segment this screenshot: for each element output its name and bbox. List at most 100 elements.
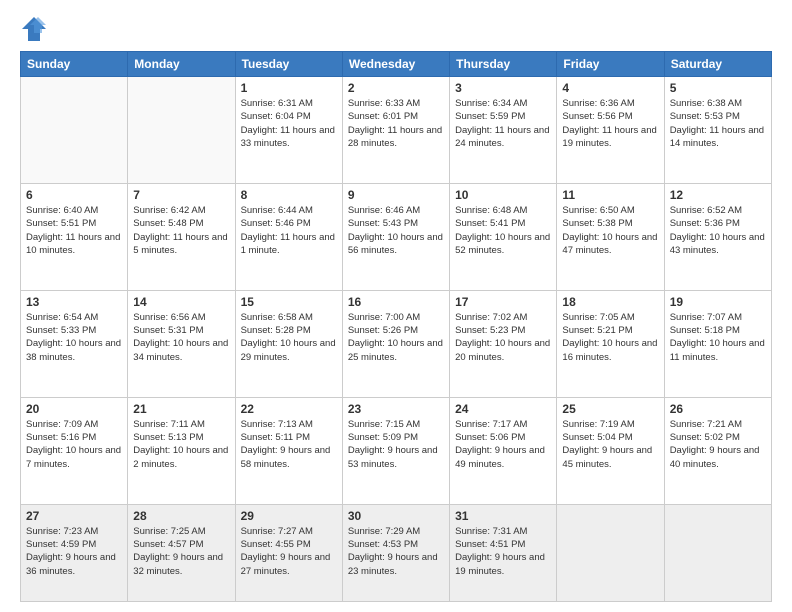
calendar-cell: 27 Sunrise: 7:23 AM Sunset: 4:59 PM Dayli…	[21, 504, 128, 601]
calendar-week-row: 27 Sunrise: 7:23 AM Sunset: 4:59 PM Dayli…	[21, 504, 772, 601]
calendar-cell: 1Sunrise: 6:31 AM Sunset: 6:04 PM Daylig…	[235, 77, 342, 184]
calendar-cell: 29 Sunrise: 7:27 AM Sunset: 4:55 PM Dayli…	[235, 504, 342, 601]
day-number: 10	[455, 188, 551, 202]
day-info: Sunrise: 6:44 AM Sunset: 5:46 PM Dayligh…	[241, 204, 337, 257]
calendar-header-monday: Monday	[128, 52, 235, 77]
day-info: Sunrise: 6:33 AM Sunset: 6:01 PM Dayligh…	[348, 97, 444, 150]
calendar-cell: 30Sunrise: 7:29 AM Sunset: 4:53 PM Dayli…	[342, 504, 449, 601]
calendar-cell: 6 Sunrise: 6:40 AM Sunset: 5:51 PM Daylig…	[21, 183, 128, 290]
calendar-cell: 22 Sunrise: 7:13 AM Sunset: 5:11 PM Dayli…	[235, 397, 342, 504]
day-number: 29	[241, 509, 337, 523]
day-number: 11	[562, 188, 658, 202]
day-info: Sunrise: 6:31 AM Sunset: 6:04 PM Dayligh…	[241, 97, 337, 150]
day-info: Sunrise: 7:07 AM Sunset: 5:18 PM Dayligh…	[670, 311, 766, 364]
day-number: 22	[241, 402, 337, 416]
day-number: 15	[241, 295, 337, 309]
day-info: Sunrise: 7:05 AM Sunset: 5:21 PM Dayligh…	[562, 311, 658, 364]
day-info: Sunrise: 6:52 AM Sunset: 5:36 PM Dayligh…	[670, 204, 766, 257]
day-number: 3	[455, 81, 551, 95]
day-number: 7	[133, 188, 229, 202]
calendar-cell: 19 Sunrise: 7:07 AM Sunset: 5:18 PM Dayli…	[664, 290, 771, 397]
calendar-cell: 18 Sunrise: 7:05 AM Sunset: 5:21 PM Dayli…	[557, 290, 664, 397]
calendar-cell: 21 Sunrise: 7:11 AM Sunset: 5:13 PM Dayli…	[128, 397, 235, 504]
day-info: Sunrise: 7:02 AM Sunset: 5:23 PM Dayligh…	[455, 311, 551, 364]
calendar-cell: 26 Sunrise: 7:21 AM Sunset: 5:02 PM Dayli…	[664, 397, 771, 504]
calendar-cell	[557, 504, 664, 601]
day-number: 8	[241, 188, 337, 202]
day-info: Sunrise: 6:48 AM Sunset: 5:41 PM Dayligh…	[455, 204, 551, 257]
day-number: 26	[670, 402, 766, 416]
calendar-header-row: SundayMondayTuesdayWednesdayThursdayFrid…	[21, 52, 772, 77]
calendar-week-row: 13 Sunrise: 6:54 AM Sunset: 5:33 PM Dayli…	[21, 290, 772, 397]
logo-icon	[20, 15, 48, 43]
day-info: Sunrise: 7:25 AM Sunset: 4:57 PM Dayligh…	[133, 525, 229, 578]
day-info: Sunrise: 7:31 AM Sunset: 4:51 PM Dayligh…	[455, 525, 551, 578]
day-info: Sunrise: 6:36 AM Sunset: 5:56 PM Dayligh…	[562, 97, 658, 150]
day-number: 5	[670, 81, 766, 95]
calendar-cell: 25Sunrise: 7:19 AM Sunset: 5:04 PM Dayli…	[557, 397, 664, 504]
day-number: 24	[455, 402, 551, 416]
day-info: Sunrise: 7:27 AM Sunset: 4:55 PM Dayligh…	[241, 525, 337, 578]
day-info: Sunrise: 6:54 AM Sunset: 5:33 PM Dayligh…	[26, 311, 122, 364]
day-number: 2	[348, 81, 444, 95]
day-number: 17	[455, 295, 551, 309]
calendar-cell: 23 Sunrise: 7:15 AM Sunset: 5:09 PM Dayli…	[342, 397, 449, 504]
day-number: 23	[348, 402, 444, 416]
day-number: 16	[348, 295, 444, 309]
calendar-cell: 2 Sunrise: 6:33 AM Sunset: 6:01 PM Daylig…	[342, 77, 449, 184]
day-number: 12	[670, 188, 766, 202]
day-number: 28	[133, 509, 229, 523]
calendar-header-thursday: Thursday	[450, 52, 557, 77]
day-number: 30	[348, 509, 444, 523]
header	[20, 15, 772, 43]
day-info: Sunrise: 7:23 AM Sunset: 4:59 PM Dayligh…	[26, 525, 122, 578]
day-info: Sunrise: 6:58 AM Sunset: 5:28 PM Dayligh…	[241, 311, 337, 364]
calendar-cell	[21, 77, 128, 184]
day-number: 21	[133, 402, 229, 416]
calendar-cell: 14Sunrise: 6:56 AM Sunset: 5:31 PM Dayli…	[128, 290, 235, 397]
day-info: Sunrise: 7:11 AM Sunset: 5:13 PM Dayligh…	[133, 418, 229, 471]
calendar-cell: 15 Sunrise: 6:58 AM Sunset: 5:28 PM Dayli…	[235, 290, 342, 397]
calendar-week-row: 20 Sunrise: 7:09 AM Sunset: 5:16 PM Dayli…	[21, 397, 772, 504]
calendar-cell: 31Sunrise: 7:31 AM Sunset: 4:51 PM Dayli…	[450, 504, 557, 601]
calendar-cell: 16 Sunrise: 7:00 AM Sunset: 5:26 PM Dayli…	[342, 290, 449, 397]
calendar-cell: 13 Sunrise: 6:54 AM Sunset: 5:33 PM Dayli…	[21, 290, 128, 397]
calendar-cell: 3 Sunrise: 6:34 AM Sunset: 5:59 PM Daylig…	[450, 77, 557, 184]
calendar-cell: 28 Sunrise: 7:25 AM Sunset: 4:57 PM Dayli…	[128, 504, 235, 601]
day-info: Sunrise: 7:21 AM Sunset: 5:02 PM Dayligh…	[670, 418, 766, 471]
day-number: 27	[26, 509, 122, 523]
calendar-cell	[128, 77, 235, 184]
day-info: Sunrise: 7:09 AM Sunset: 5:16 PM Dayligh…	[26, 418, 122, 471]
day-number: 6	[26, 188, 122, 202]
day-info: Sunrise: 7:13 AM Sunset: 5:11 PM Dayligh…	[241, 418, 337, 471]
day-number: 4	[562, 81, 658, 95]
calendar-cell: 20 Sunrise: 7:09 AM Sunset: 5:16 PM Dayli…	[21, 397, 128, 504]
calendar-cell	[664, 504, 771, 601]
calendar-week-row: 1Sunrise: 6:31 AM Sunset: 6:04 PM Daylig…	[21, 77, 772, 184]
calendar-cell: 7Sunrise: 6:42 AM Sunset: 5:48 PM Daylig…	[128, 183, 235, 290]
day-info: Sunrise: 7:00 AM Sunset: 5:26 PM Dayligh…	[348, 311, 444, 364]
calendar-header-sunday: Sunday	[21, 52, 128, 77]
day-number: 13	[26, 295, 122, 309]
calendar-cell: 5Sunrise: 6:38 AM Sunset: 5:53 PM Daylig…	[664, 77, 771, 184]
day-number: 20	[26, 402, 122, 416]
day-info: Sunrise: 6:50 AM Sunset: 5:38 PM Dayligh…	[562, 204, 658, 257]
day-info: Sunrise: 7:15 AM Sunset: 5:09 PM Dayligh…	[348, 418, 444, 471]
day-number: 25	[562, 402, 658, 416]
day-number: 9	[348, 188, 444, 202]
calendar-cell: 4 Sunrise: 6:36 AM Sunset: 5:56 PM Daylig…	[557, 77, 664, 184]
day-info: Sunrise: 6:34 AM Sunset: 5:59 PM Dayligh…	[455, 97, 551, 150]
calendar-week-row: 6 Sunrise: 6:40 AM Sunset: 5:51 PM Daylig…	[21, 183, 772, 290]
calendar-header-wednesday: Wednesday	[342, 52, 449, 77]
calendar-header-saturday: Saturday	[664, 52, 771, 77]
day-number: 19	[670, 295, 766, 309]
day-number: 18	[562, 295, 658, 309]
day-info: Sunrise: 6:40 AM Sunset: 5:51 PM Dayligh…	[26, 204, 122, 257]
calendar-cell: 24Sunrise: 7:17 AM Sunset: 5:06 PM Dayli…	[450, 397, 557, 504]
day-info: Sunrise: 6:56 AM Sunset: 5:31 PM Dayligh…	[133, 311, 229, 364]
calendar-table: SundayMondayTuesdayWednesdayThursdayFrid…	[20, 51, 772, 602]
page: SundayMondayTuesdayWednesdayThursdayFrid…	[0, 0, 792, 612]
calendar-cell: 11 Sunrise: 6:50 AM Sunset: 5:38 PM Dayli…	[557, 183, 664, 290]
day-info: Sunrise: 6:46 AM Sunset: 5:43 PM Dayligh…	[348, 204, 444, 257]
calendar-cell: 9 Sunrise: 6:46 AM Sunset: 5:43 PM Daylig…	[342, 183, 449, 290]
